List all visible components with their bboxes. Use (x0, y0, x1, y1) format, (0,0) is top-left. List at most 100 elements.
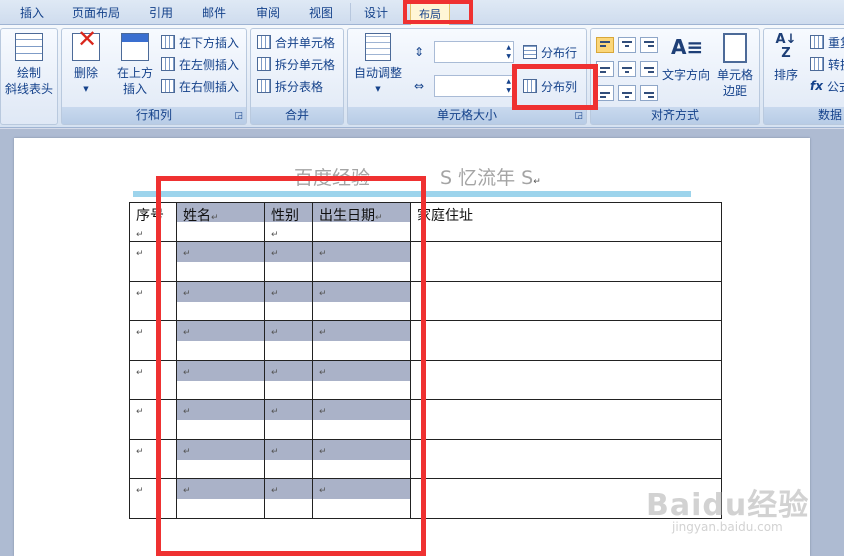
group-label-data: 数据 (764, 107, 844, 124)
table-cell[interactable] (410, 359, 722, 400)
convert-label: 转换 (828, 57, 844, 72)
watermark-logo: Baidu经验 (646, 488, 810, 523)
sort-icon: A↓ Z (775, 32, 797, 61)
heading-right-text: S 忆流年 S (440, 167, 534, 189)
table-cell[interactable] (410, 399, 722, 440)
dialog-launcher-icon[interactable]: ◲ (234, 111, 243, 121)
autofit-icon (365, 33, 391, 61)
align-middle-right-button[interactable] (640, 61, 658, 77)
tab-design[interactable]: 设计 (364, 4, 388, 21)
align-bottom-left-button[interactable] (596, 85, 614, 101)
insert-above-icon (121, 33, 149, 61)
insert-left-icon (161, 57, 175, 71)
insert-right-label: 在右侧插入 (179, 79, 240, 94)
insert-right-icon (161, 79, 175, 93)
tab-view[interactable]: 视图 (309, 4, 333, 21)
table-cell[interactable] (410, 438, 722, 479)
paragraph-mark: ↵ (136, 328, 144, 338)
split-cells-button[interactable]: 拆分单元格 (257, 54, 335, 74)
insert-below-label: 在下方插入 (179, 35, 240, 50)
column-width-icon: ⇔ (414, 79, 425, 93)
chevron-down-icon: ▼ (83, 85, 89, 93)
cell-margins-icon (723, 33, 747, 63)
group-merge: 合并单元格 拆分单元格 拆分表格 合并 (250, 28, 344, 125)
spin-arrows-icon[interactable]: ▲ ▼ (506, 77, 511, 95)
merge-cells-label: 合并单元格 (275, 35, 336, 50)
highlight-layout-tab (403, 0, 473, 24)
insert-right-button[interactable]: 在右侧插入 (161, 76, 239, 96)
split-cells-label: 拆分单元格 (275, 57, 336, 72)
split-table-label: 拆分表格 (275, 79, 324, 94)
tab-references[interactable]: 引用 (149, 4, 173, 21)
draw-diagonal-header-button[interactable]: 绘制 斜线表头 (4, 33, 54, 97)
watermark-url: jingyan.baidu.com (672, 520, 783, 534)
align-middle-left-button[interactable] (596, 61, 614, 77)
delete-table-icon: ✕ (72, 27, 100, 61)
spin-arrows-icon[interactable]: ▲ ▼ (506, 43, 511, 61)
repeat-header-icon (810, 35, 824, 49)
delete-button[interactable]: ✕ 删除 ▼ (68, 27, 104, 97)
split-cells-icon (257, 57, 271, 71)
merge-cells-button[interactable]: 合并单元格 (257, 32, 335, 52)
paragraph-mark: ↵ (136, 486, 144, 496)
convert-button[interactable]: 转换 (810, 54, 844, 74)
row-height-input[interactable]: ▲ ▼ (434, 41, 514, 63)
paragraph-mark: ↵ (533, 177, 541, 187)
formula-button[interactable]: fx 公式 (810, 76, 844, 96)
group-draw: 绘制 斜线表头 (0, 28, 58, 125)
align-bottom-right-button[interactable] (640, 85, 658, 101)
insert-left-button[interactable]: 在左侧插入 (161, 54, 239, 74)
tab-mailings[interactable]: 邮件 (202, 4, 226, 21)
text-direction-icon: A≡ (671, 35, 704, 59)
cell-margins-button[interactable]: 单元格 边距 (713, 33, 757, 99)
align-top-right-button[interactable] (640, 37, 658, 53)
delete-label: 删除 (73, 66, 98, 80)
autofit-label: 自动调整 (353, 66, 402, 80)
align-bottom-center-button[interactable] (618, 85, 636, 101)
formula-label: 公式 (826, 79, 844, 94)
heading-right: S 忆流年 S↵ (440, 163, 541, 190)
paragraph-mark: ↵ (136, 288, 144, 299)
distribute-rows-button[interactable]: 分布行 (523, 42, 577, 62)
table-cell[interactable] (410, 320, 722, 361)
sort-button[interactable]: A↓ Z 排序 (768, 33, 804, 83)
tab-page-layout[interactable]: 页面布局 (72, 4, 120, 21)
merge-cells-icon (257, 35, 271, 49)
draw-label-2: 斜线表头 (4, 82, 53, 96)
tab-separator (350, 3, 351, 21)
insert-left-label: 在左侧插入 (179, 57, 240, 72)
chevron-down-icon: ▼ (375, 85, 381, 93)
autofit-button[interactable]: 自动调整 ▼ (352, 33, 404, 97)
ribbon: 绘制 斜线表头 ✕ 删除 ▼ 在上方 插入 在下方插入 在左侧插入 在右侧插入 (0, 25, 844, 128)
cell-margins-label-2: 边距 (722, 84, 747, 98)
table-cell[interactable] (410, 241, 722, 282)
group-label-merge: 合并 (251, 107, 343, 124)
insert-above-label-2: 插入 (122, 82, 147, 96)
insert-above-label-1: 在上方 (116, 66, 153, 80)
text-direction-button[interactable]: A≡ 文字方向 (661, 33, 711, 83)
repeat-header-button[interactable]: 重复 (810, 32, 844, 52)
dialog-launcher-icon[interactable]: ◲ (574, 111, 583, 121)
paragraph-mark: ↵ (136, 367, 144, 378)
text-direction-label: 文字方向 (661, 68, 710, 82)
cell-margins-label-1: 单元格 (716, 68, 753, 82)
split-table-button[interactable]: 拆分表格 (257, 76, 323, 96)
align-top-left-button[interactable] (596, 37, 614, 53)
insert-above-button[interactable]: 在上方 插入 (112, 33, 158, 97)
align-middle-center-button[interactable] (618, 61, 636, 77)
table-cell[interactable] (410, 280, 722, 321)
table-cell[interactable]: 家庭住址 (410, 202, 722, 242)
group-label-rows-columns: 行和列 (62, 107, 246, 124)
draw-label-1: 绘制 (16, 66, 41, 80)
insert-below-button[interactable]: 在下方插入 (161, 32, 239, 52)
column-width-input[interactable]: ▲ ▼ (434, 75, 514, 97)
distribute-rows-icon (523, 45, 537, 59)
tab-insert[interactable]: 插入 (20, 4, 44, 21)
formula-icon: fx (810, 79, 823, 93)
align-top-center-button[interactable] (618, 37, 636, 53)
tab-review[interactable]: 审阅 (256, 4, 280, 21)
group-rows-columns: ✕ 删除 ▼ 在上方 插入 在下方插入 在左侧插入 在右侧插入 行和列 ◲ (61, 27, 247, 125)
paragraph-mark: ↵ (136, 446, 144, 457)
group-alignment: A≡ 文字方向 单元格 边距 对齐方式 (590, 28, 760, 125)
highlight-selected-columns (156, 176, 426, 556)
